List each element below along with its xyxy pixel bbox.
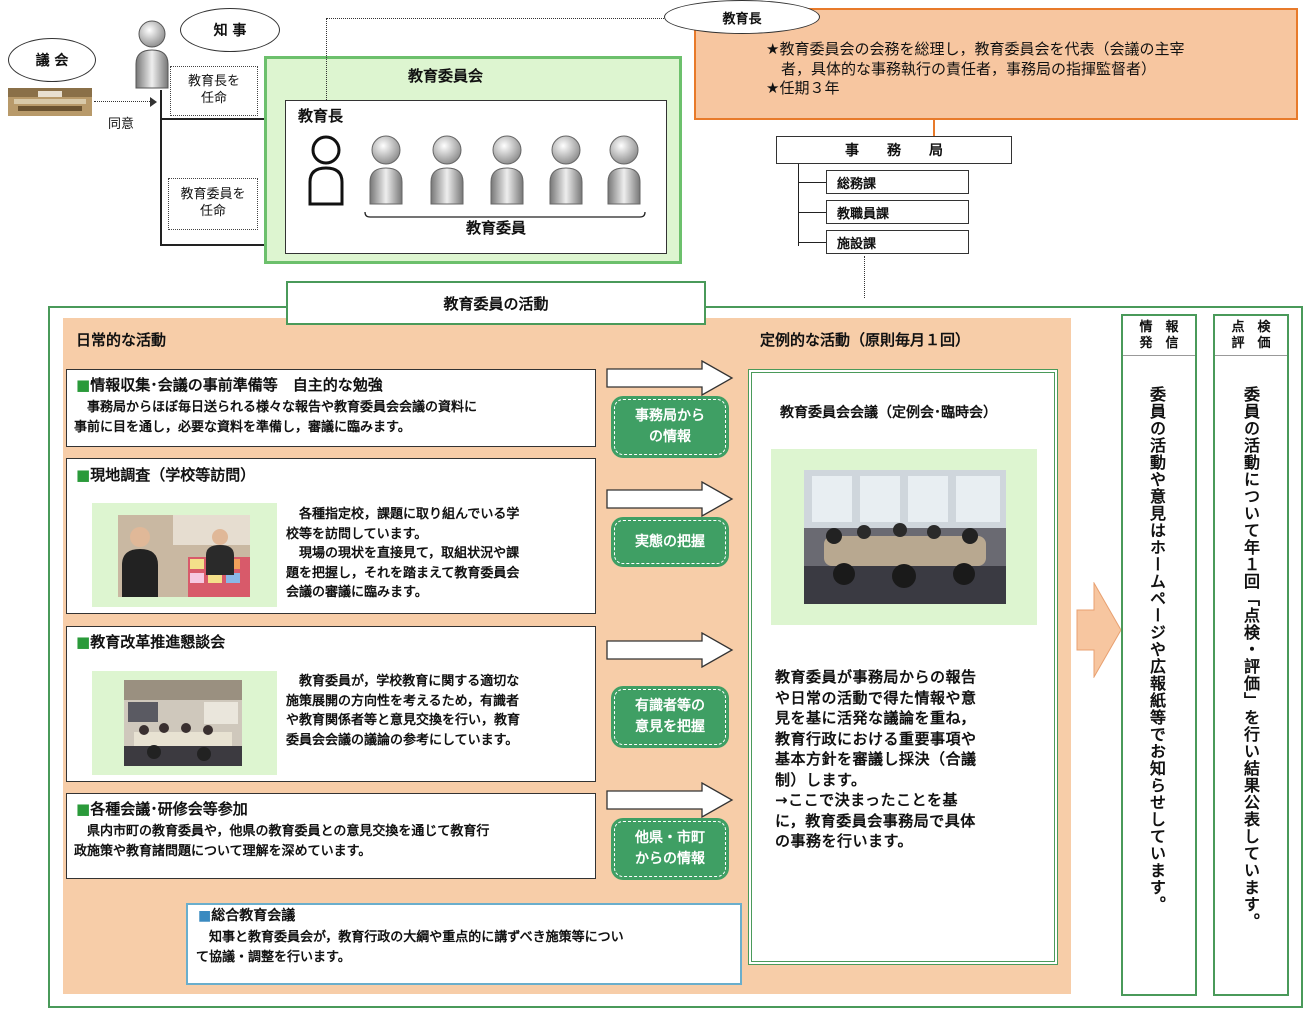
org-vertical-line	[798, 164, 799, 246]
board-meeting-desc: 教育委員が事務局からの報告 や日常の活動で得た情報や意 見を基に活発な議論を重ね…	[775, 668, 977, 851]
superintendent-oval: 教育長	[664, 0, 820, 34]
activity-item-heading: ■各種会議･研修会等参加	[76, 800, 248, 818]
activity-item-body: 教育委員が，学校教育に関する適切な 施策展開の方向性を考えるため，有識者 や教育…	[286, 674, 521, 748]
governor-person-icon	[134, 20, 170, 90]
assembly-label: 議 会	[35, 53, 69, 69]
member-person-icon	[602, 134, 646, 206]
member-person-icon	[485, 134, 529, 206]
governor-line-top	[160, 118, 264, 120]
member-person-icon	[364, 134, 408, 206]
activity-item-heading: ■教育改革推進懇談会	[76, 633, 226, 651]
daily-activities-title: 日常的な活動	[76, 331, 167, 349]
bubble-other-prefectures-info: 他県・市町 からの情報	[611, 818, 729, 880]
superintendent-dotted-vertical	[326, 18, 327, 100]
flow-arrow	[606, 480, 734, 518]
superintendent-person-icon	[304, 134, 348, 206]
superintendent-dotted-horizontal	[326, 18, 666, 19]
activity-item-body: 各種指定校，課題に取り組んでいる学 校等を訪問しています。 現場の現状を直接見て…	[286, 507, 520, 600]
site-visit-photo	[118, 515, 250, 597]
org-branch	[798, 182, 826, 183]
governor-label: 知 事	[213, 23, 247, 39]
assembly-photo	[8, 88, 92, 116]
flow-arrow	[606, 631, 734, 669]
consent-arrow-line	[94, 101, 152, 102]
general-meeting-heading: ■総合教育会議	[198, 908, 296, 924]
appoint-members-box: 教育委員を 任命	[168, 178, 258, 230]
board-members-label: 教育委員	[466, 219, 527, 237]
section-facilities: 施設課	[826, 230, 969, 254]
section-general-affairs: 総務課	[826, 170, 969, 194]
org-branch	[798, 212, 826, 213]
bubble-expert-opinions: 有識者等の 意見を把握	[611, 686, 729, 748]
evaluation-title: 点 検 評 価	[1215, 316, 1287, 356]
superintendent-oval-label: 教育長	[722, 11, 762, 27]
bubble-secretariat-info: 事務局から の情報	[611, 396, 729, 458]
members-bracket	[364, 208, 646, 218]
activity-item-heading: ■現地調査（学校等訪問）	[76, 466, 256, 484]
board-meeting-photo	[804, 470, 1006, 604]
flow-arrow	[606, 359, 734, 397]
superintendent-desc-text: ★教育委員会の会務を総理し，教育委員会を代表（会議の主宰 者，具体的な事務執行の…	[766, 40, 1185, 97]
info-release-title: 情 報 発 信	[1123, 316, 1195, 356]
activities-title: 教育委員の活動	[286, 281, 706, 325]
org-connector	[933, 120, 935, 136]
info-release-body: 委員の活動や意見はホームページや広報紙等でお知らせしています。	[1147, 386, 1166, 913]
activity-item-body: 県内市町の教育委員や，他県の教育委員との意見交換を通じて教育行 政施策や教育諸問…	[74, 824, 490, 859]
activity-item-heading: ■情報収集･会議の事前準備等 自主的な勉強	[76, 376, 383, 394]
governor-oval: 知 事	[180, 8, 280, 52]
board-superintendent-label: 教育長	[298, 107, 344, 125]
secretariat-box: 事 務 局	[776, 136, 1012, 164]
board-meeting-title: 教育委員会会議（定例会･臨時会）	[780, 405, 997, 421]
activity-item-body: 事務局からほぼ毎日送られる様々な報告や教育委員会会議の資料に 事前に目を通し，必…	[74, 400, 478, 435]
evaluation-body: 委員の活動について年１回「点検・評価」を行い結果公表しています。	[1241, 386, 1260, 930]
general-meeting-body: 知事と教育委員会が，教育行政の大綱や重点的に講ずべき施策等につい て協議・調整を…	[196, 930, 624, 966]
bubble-grasp-situation: 実態の把握	[611, 517, 729, 567]
org-branch	[798, 242, 826, 243]
member-person-icon	[544, 134, 588, 206]
org-dotted-down	[864, 256, 865, 298]
flow-arrow	[606, 781, 734, 819]
reform-council-photo	[124, 680, 242, 766]
consent-arrow-head	[150, 97, 157, 107]
consent-label: 同意	[108, 117, 135, 132]
regular-activities-title: 定例的な活動（原則毎月１回）	[760, 331, 971, 349]
assembly-oval: 議 会	[8, 38, 96, 82]
section-teaching-staff: 教職員課	[826, 200, 969, 224]
member-person-icon	[425, 134, 469, 206]
governor-vertical-line	[160, 90, 162, 245]
board-title: 教育委員会	[408, 67, 484, 85]
appoint-superintendent-box: 教育長を 任命	[170, 66, 258, 116]
publish-arrow	[1076, 581, 1122, 679]
governor-line-bottom	[160, 244, 264, 246]
